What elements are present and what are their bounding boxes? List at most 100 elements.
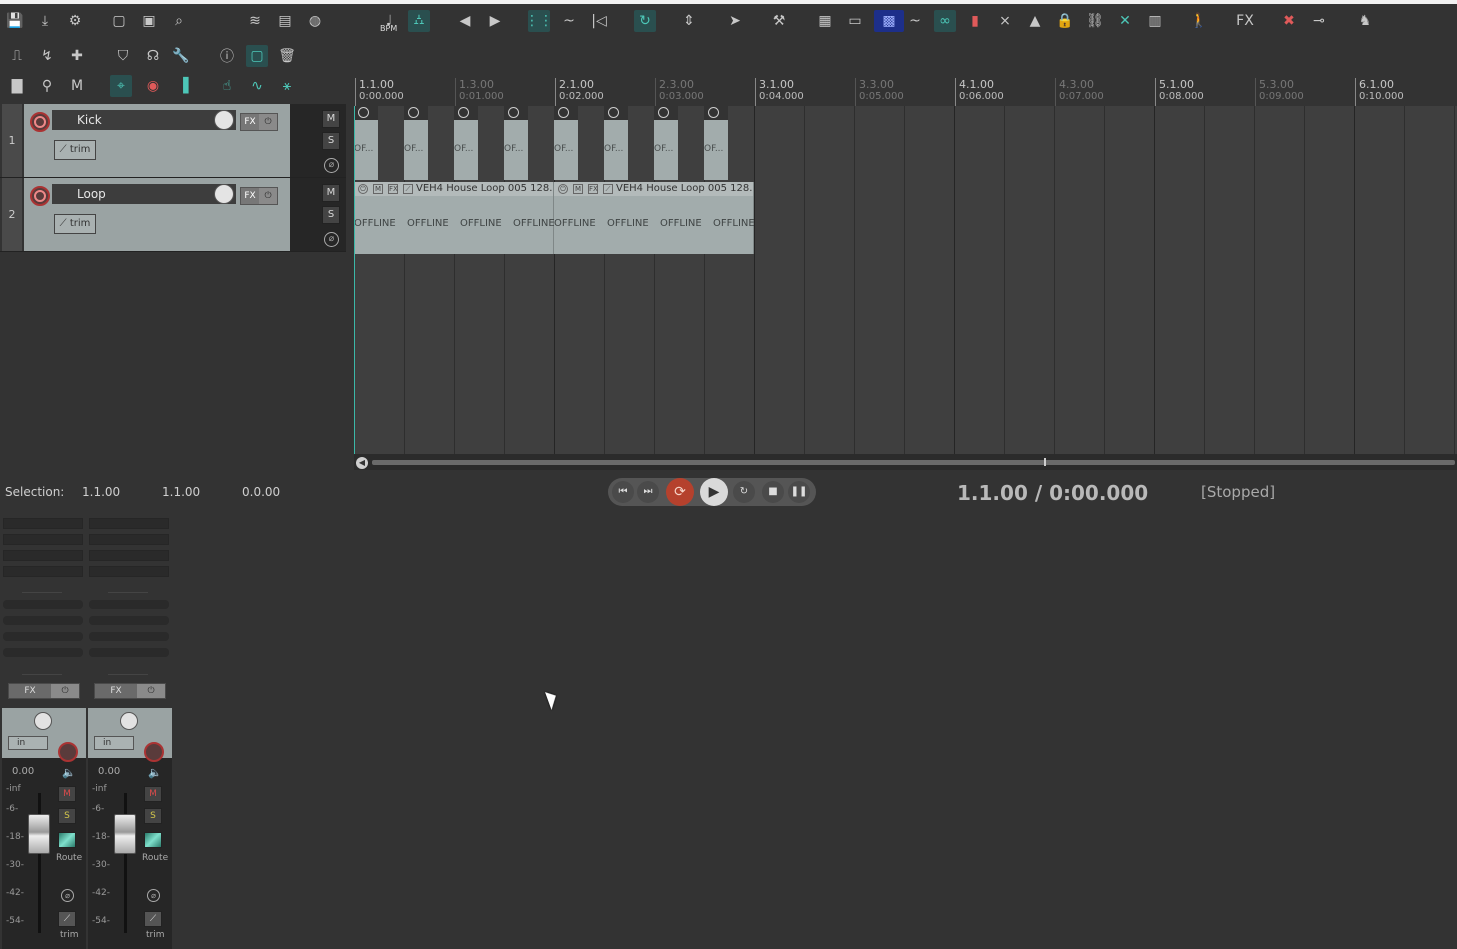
loop-icon[interactable]: ↻ <box>634 10 656 32</box>
plug-icon[interactable]: ⊸ <box>1308 10 1330 32</box>
chain-icon[interactable]: ⛓ <box>1084 10 1106 32</box>
grid-icon[interactable]: ⋮⋮ <box>525 10 553 32</box>
play-button[interactable]: ▶ <box>700 478 728 506</box>
phase-icon[interactable]: ⌀ <box>147 889 160 902</box>
kick-media-item[interactable]: OF... <box>404 106 428 180</box>
ruler-mark[interactable]: 1.3.00 0:01.000 <box>455 78 504 106</box>
send-slot[interactable] <box>3 632 83 641</box>
send-slot[interactable] <box>3 648 83 657</box>
record-arm-icon[interactable] <box>144 742 164 762</box>
fx-power-icon[interactable]: ⏻ <box>259 188 277 204</box>
color-icon[interactable]: ▇ <box>6 75 28 97</box>
loop-media-item[interactable]: VEH4 House Loop 005 128... ⏻ M FX ⟋ OFFLINE OF… <box>354 182 555 254</box>
selection-end[interactable]: 1.1.00 <box>162 485 200 499</box>
kick-media-item[interactable]: OF... <box>454 106 478 180</box>
selection-start[interactable]: 1.1.00 <box>82 485 120 499</box>
item-mute-button[interactable]: M <box>573 184 583 194</box>
item-power-icon[interactable] <box>408 107 419 118</box>
pan-knob[interactable] <box>120 712 138 730</box>
mixer-fx-button[interactable]: FX ⏻ <box>8 683 80 699</box>
item-fx-button[interactable]: FX <box>388 184 398 194</box>
input-select[interactable]: in <box>94 736 134 750</box>
phase-icon[interactable]: ⌀ <box>324 232 339 247</box>
wrench-icon[interactable]: 🔧 <box>170 45 192 67</box>
kick-media-item[interactable]: OF... <box>604 106 628 180</box>
media-explorer-icon[interactable]: ▤ <box>274 10 296 32</box>
send-slot[interactable] <box>89 600 169 609</box>
insert-slot[interactable] <box>3 550 83 561</box>
copy-icon[interactable]: ▢ <box>246 45 268 67</box>
fx-button[interactable]: FX ⏻ <box>240 113 278 131</box>
item-body[interactable]: OF... <box>604 120 628 180</box>
fx-power-icon[interactable]: ⏻ <box>51 684 79 698</box>
send-slot[interactable] <box>89 632 169 641</box>
phase-icon[interactable]: ⌀ <box>324 158 339 173</box>
grid-lines-icon[interactable]: ▦ <box>814 10 836 32</box>
fx-power-icon[interactable]: ⏻ <box>137 684 165 698</box>
previous-marker-icon[interactable]: ◀ <box>454 10 476 32</box>
hand-icon[interactable]: ☝ <box>216 75 238 97</box>
shield-icon[interactable]: ⛉ <box>112 45 134 67</box>
item-body[interactable]: OF... <box>704 120 728 180</box>
send-slot[interactable] <box>89 616 169 625</box>
item-power-icon[interactable]: ⏻ <box>558 184 568 194</box>
speaker-icon[interactable]: 🔈 <box>62 766 76 779</box>
phase-icon[interactable]: ⌀ <box>61 889 74 902</box>
pan-knob[interactable] <box>34 712 52 730</box>
project-browser-icon[interactable]: ⌕ <box>168 10 190 32</box>
send-slot[interactable] <box>89 648 169 657</box>
go-to-start-button[interactable]: ⏮ <box>612 481 634 503</box>
record-arm-icon[interactable] <box>30 112 50 132</box>
kick-media-item[interactable]: OF... <box>704 106 728 180</box>
walk-icon[interactable]: 🚶 <box>1188 10 1210 32</box>
solo-button[interactable]: S <box>322 206 340 224</box>
position-display[interactable]: 1.1.00 / 0:00.000 <box>957 481 1148 505</box>
kick-media-item[interactable]: OF... <box>554 106 578 180</box>
ruler-mark[interactable]: 3.3.00 0:05.000 <box>855 78 904 106</box>
fx-power-icon[interactable]: ⏻ <box>259 114 277 130</box>
selection-length[interactable]: 0.0.00 <box>242 485 280 499</box>
insert-slot[interactable] <box>3 534 83 545</box>
item-mute-button[interactable]: M <box>373 184 383 194</box>
fx-play-icon[interactable]: FX <box>1234 10 1256 32</box>
add-icon[interactable]: ✚ <box>66 45 88 67</box>
loop-media-item[interactable]: VEH4 House Loop 005 128... ⏻ M FX ⟋ OFFLINE OF… <box>554 182 755 254</box>
snap-icon[interactable]: |◁ <box>588 10 610 32</box>
record-button[interactable]: ⟳ <box>666 478 694 506</box>
lock-icon[interactable]: 🔒 <box>1054 10 1076 32</box>
item-envelope-icon[interactable]: ⟋ <box>603 184 613 194</box>
marker-icon[interactable]: ▮ <box>964 10 986 32</box>
track-name[interactable]: Kick <box>52 110 236 130</box>
link-icon[interactable]: ∞ <box>934 10 956 32</box>
open-project-icon[interactable]: ▣ <box>138 10 160 32</box>
ruler-mark[interactable]: 2.3.00 0:03.000 <box>655 78 704 106</box>
item-power-icon[interactable] <box>508 107 519 118</box>
horizontal-scrollbar[interactable]: ◀ <box>354 454 1457 470</box>
trim-button[interactable]: ⟋ trim <box>54 214 96 234</box>
metronome-icon[interactable]: ⛼ <box>408 10 430 32</box>
info-icon[interactable]: ⓘ <box>216 45 238 67</box>
trim-envelope-icon[interactable]: ⟋ <box>144 911 162 927</box>
item-power-icon[interactable] <box>458 107 469 118</box>
ruler-mark[interactable]: 5.3.00 0:09.000 <box>1255 78 1304 106</box>
item-power-icon[interactable] <box>558 107 569 118</box>
mixer-fx-button[interactable]: FX ⏻ <box>94 683 166 699</box>
mute-button[interactable]: M <box>322 184 340 202</box>
hammer-icon[interactable]: ⚒ <box>768 10 790 32</box>
picture-icon[interactable]: ▲ <box>1024 10 1046 32</box>
insert-slot[interactable] <box>89 534 169 545</box>
trash-icon[interactable]: 🗑 <box>276 45 298 67</box>
item-power-icon[interactable] <box>658 107 669 118</box>
item-body[interactable]: OF... <box>504 120 528 180</box>
volume-fader[interactable] <box>114 814 136 854</box>
ripple-edit-icon[interactable]: ≋ <box>244 10 266 32</box>
ruler-mark[interactable]: 2.1.00 0:02.000 <box>555 78 604 106</box>
pointer-icon[interactable]: ➤ <box>724 10 746 32</box>
pause-button[interactable]: ❚❚ <box>788 481 810 503</box>
solo-button[interactable]: S <box>322 132 340 150</box>
headphone-icon[interactable]: ☊ <box>142 45 164 67</box>
render-icon[interactable]: ⤓ <box>34 10 56 32</box>
record-arm-icon[interactable] <box>58 742 78 762</box>
kick-media-item[interactable]: OF... <box>504 106 528 180</box>
meters-icon[interactable]: ▐ <box>172 75 194 97</box>
